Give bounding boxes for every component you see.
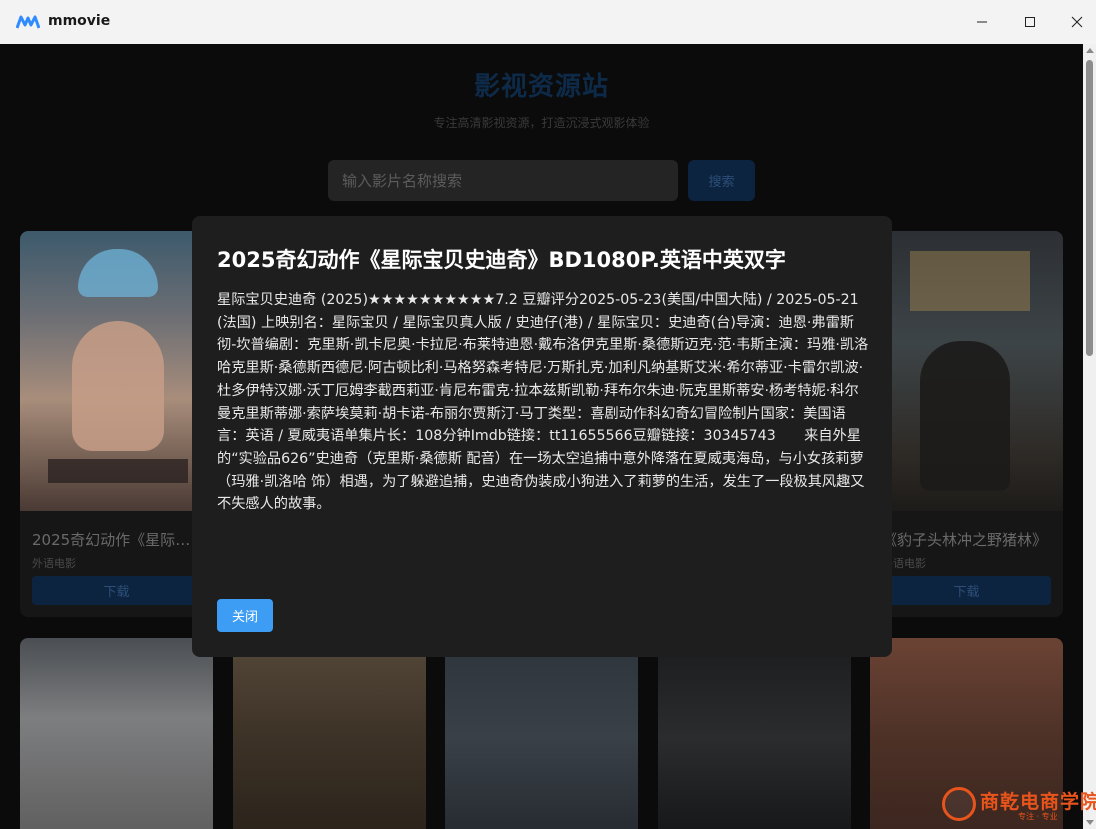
movie-poster[interactable] — [20, 638, 213, 829]
movie-poster[interactable] — [870, 231, 1063, 511]
page-viewport: 影视资源站 专注高清影视资源，打造沉浸式观影体验 搜索 2025奇幻动作《星际宝… — [0, 44, 1083, 829]
maximize-icon — [1025, 17, 1035, 27]
search-input[interactable] — [328, 160, 678, 201]
watermark-subtext: 专注 · 专业 — [1018, 812, 1058, 821]
watermark-text: 商乾电商学院 — [980, 791, 1096, 813]
site-subtitle: 专注高清影视资源，打造沉浸式观影体验 — [433, 116, 650, 130]
search-button[interactable]: 搜索 — [688, 160, 755, 201]
scroll-thumb[interactable] — [1086, 60, 1093, 356]
download-button[interactable]: 下载 — [32, 576, 201, 605]
window-title: mmovie — [48, 13, 111, 29]
movie-title[interactable]: 2025奇幻动作《星际宝贝史迪奇》 — [32, 529, 202, 550]
movie-card[interactable]: 《豹子头林冲之野猪林》 外语电影 下载 — [870, 231, 1063, 617]
close-icon — [1071, 16, 1083, 28]
vertical-scrollbar[interactable] — [1083, 44, 1096, 829]
movie-title[interactable]: 《豹子头林冲之野猪林》 — [882, 529, 1052, 550]
watermark: 商乾电商学院 专注 · 专业 — [940, 783, 1096, 825]
movie-poster[interactable] — [20, 231, 213, 511]
close-window-button[interactable] — [1054, 0, 1096, 44]
movie-card[interactable]: 2025奇幻动作《星际宝贝史迪奇》 外语电影 下载 — [20, 231, 213, 617]
site-title: 影视资源站 — [473, 72, 609, 102]
minimize-button[interactable] — [959, 0, 1005, 44]
modal-description: 星际宝贝史迪奇 (2025)★★★★★★★★★★7.2 豆瓣评分2025-05-… — [217, 292, 869, 513]
download-button[interactable]: 下载 — [882, 576, 1051, 605]
movie-detail-modal: 2025奇幻动作《星际宝贝史迪奇》BD1080P.英语中英双字 星际宝贝史迪奇 … — [192, 216, 892, 657]
scroll-up-icon[interactable] — [1086, 48, 1094, 53]
movie-poster[interactable] — [658, 638, 851, 829]
title-bar: mmovie — [0, 0, 1096, 44]
movie-category: 外语电影 — [32, 557, 76, 570]
watermark-logo-icon — [942, 787, 976, 821]
movie-poster[interactable] — [445, 638, 638, 829]
maximize-button[interactable] — [1007, 0, 1053, 44]
mmovie-logo-icon — [16, 15, 40, 29]
modal-title: 2025奇幻动作《星际宝贝史迪奇》BD1080P.英语中英双字 — [217, 248, 786, 272]
minimize-icon — [977, 21, 987, 23]
app-window: mmovie 影视资源站 专注高清影视资源，打造沉浸式观影体验 搜索 2025奇… — [0, 0, 1096, 829]
movie-poster[interactable] — [233, 638, 426, 829]
modal-close-button[interactable]: 关闭 — [217, 599, 273, 632]
